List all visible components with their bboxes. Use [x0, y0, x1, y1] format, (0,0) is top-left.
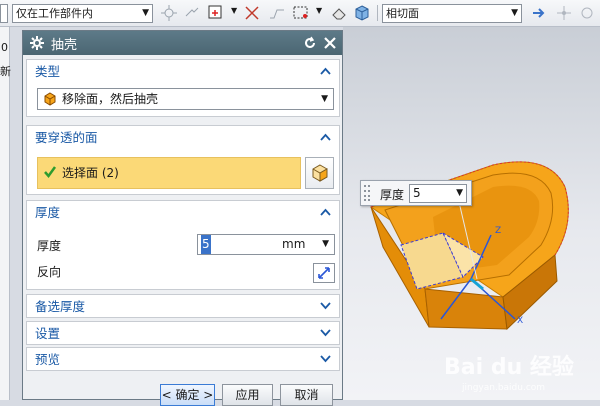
cube-view-icon[interactable]: [353, 4, 371, 22]
reverse-direction-button[interactable]: [313, 263, 335, 283]
baidu-logo: Bai du 经验 jingyan.baidu.com: [444, 354, 574, 393]
chevron-down-icon: ▼: [511, 8, 518, 18]
pierce-faces-label: 要穿透的面: [35, 130, 98, 145]
preview-section[interactable]: 预览: [26, 347, 340, 371]
preview-label: 预览: [35, 352, 61, 367]
select-face-label: 选择面 (2): [62, 166, 119, 180]
face-rule-value: 相切面: [386, 7, 419, 20]
cancel-button[interactable]: 取消: [280, 384, 333, 406]
apply-button[interactable]: 应用: [222, 384, 273, 406]
svg-text:Bai du 经验: Bai du 经验: [444, 354, 574, 380]
chevron-down-icon: ▼: [322, 239, 329, 249]
shell-type-select[interactable]: 移除面，然后抽壳 ▼: [37, 88, 334, 110]
left-strip-text: 0: [1, 41, 8, 54]
chevron-down-icon[interactable]: ▼: [231, 6, 237, 15]
svg-text:X: X: [517, 316, 523, 326]
chevron-down-icon[interactable]: ▼: [316, 6, 322, 15]
arrow-right-icon[interactable]: [530, 4, 548, 22]
chevron-down-icon: ▼: [456, 188, 463, 198]
thickness-field-label: 厚度: [37, 239, 62, 253]
settings-section[interactable]: 设置: [26, 321, 340, 345]
toolbar-divider: [377, 5, 378, 21]
pierce-faces-section: 要穿透的面 选择面 (2): [26, 125, 340, 195]
selection-filter-select[interactable]: 仅在工作部件内 ▼: [12, 4, 153, 23]
face-selection-button[interactable]: [305, 157, 334, 189]
chevron-up-icon[interactable]: [320, 133, 331, 141]
top-toolbar: 仅在工作部件内 ▼ ▼ ▼ 相切面 ▼: [0, 0, 600, 27]
box-select-icon[interactable]: [292, 4, 310, 22]
chevron-down-icon[interactable]: [320, 355, 331, 363]
svg-text:jingyan.baidu.com: jingyan.baidu.com: [461, 383, 545, 393]
pierce-faces-header[interactable]: 要穿透的面: [27, 126, 339, 150]
float-thickness-value: 5: [413, 186, 421, 200]
edge-select-icon[interactable]: [243, 4, 261, 22]
selection-filter-value: 仅在工作部件内: [16, 7, 93, 20]
move-icon[interactable]: [555, 4, 573, 22]
ok-button[interactable]: < 确定 >: [160, 384, 215, 406]
thickness-section: 厚度 厚度 5 mm ▼ 反向: [26, 200, 340, 290]
left-panel-strip: 0 新: [0, 27, 11, 400]
cube-icon: [312, 164, 328, 182]
target-icon[interactable]: [578, 4, 596, 22]
graphics-viewport[interactable]: Z X: [343, 27, 600, 400]
shell-type-value: 移除面，然后抽壳: [62, 92, 159, 106]
gear-icon: [30, 36, 44, 50]
thickness-unit: mm: [282, 237, 306, 251]
close-icon[interactable]: [322, 35, 338, 51]
chevron-up-icon[interactable]: [320, 67, 331, 75]
chevron-up-icon[interactable]: [320, 208, 331, 216]
curve-select-icon[interactable]: [268, 4, 286, 22]
dialog-title: 抽壳: [51, 37, 78, 53]
snap-point-icon[interactable]: [160, 4, 178, 22]
watermark: Bai du 经验 jingyan.baidu.com: [440, 348, 580, 394]
alt-thickness-header[interactable]: 备选厚度: [27, 295, 339, 319]
alt-thickness-label: 备选厚度: [35, 299, 86, 314]
svg-text:Z: Z: [495, 226, 501, 236]
settings-label: 设置: [35, 326, 61, 341]
remove-face-icon: [44, 92, 56, 106]
type-section-header[interactable]: 类型: [27, 60, 339, 84]
dialog-title-bar[interactable]: 抽壳: [23, 31, 342, 55]
check-icon: [44, 166, 57, 179]
shell-model[interactable]: Z X: [343, 27, 600, 400]
chevron-down-icon[interactable]: [320, 302, 331, 310]
chevron-down-icon: ▼: [142, 8, 149, 18]
reverse-arrows-icon: [318, 267, 330, 279]
alt-thickness-section[interactable]: 备选厚度: [26, 294, 340, 318]
left-strip-text: 新: [0, 65, 11, 78]
thickness-section-label: 厚度: [35, 205, 61, 220]
chevron-down-icon: ▼: [321, 94, 328, 104]
reset-icon[interactable]: [302, 35, 318, 51]
type-section-label: 类型: [35, 64, 61, 79]
toolbar-select-fragment[interactable]: [0, 4, 8, 23]
preview-header[interactable]: 预览: [27, 348, 339, 372]
grip-icon[interactable]: [364, 184, 370, 202]
float-thickness-label: 厚度: [380, 188, 405, 202]
chevron-down-icon[interactable]: [320, 329, 331, 337]
eraser-icon[interactable]: [330, 4, 348, 22]
thickness-handle-widget[interactable]: 厚度 5 ▼: [360, 180, 472, 206]
float-thickness-input[interactable]: 5 ▼: [409, 184, 467, 203]
thickness-section-header[interactable]: 厚度: [27, 201, 339, 225]
arrow-tool-icon[interactable]: [183, 4, 201, 22]
thickness-input[interactable]: 5 mm ▼: [197, 234, 335, 255]
thickness-value: 5: [201, 235, 211, 254]
face-rule-select[interactable]: 相切面 ▼: [382, 4, 522, 23]
reverse-direction-label: 反向: [37, 265, 62, 279]
select-face-row[interactable]: 选择面 (2): [37, 157, 301, 189]
face-select-icon[interactable]: [207, 4, 225, 22]
shell-dialog: 抽壳 类型 移除面，然后抽壳 ▼ 要穿透的面 选择面 (2) 厚度 厚度 5 m…: [22, 30, 343, 406]
type-section: 类型 移除面，然后抽壳 ▼: [26, 59, 340, 117]
settings-header[interactable]: 设置: [27, 322, 339, 346]
